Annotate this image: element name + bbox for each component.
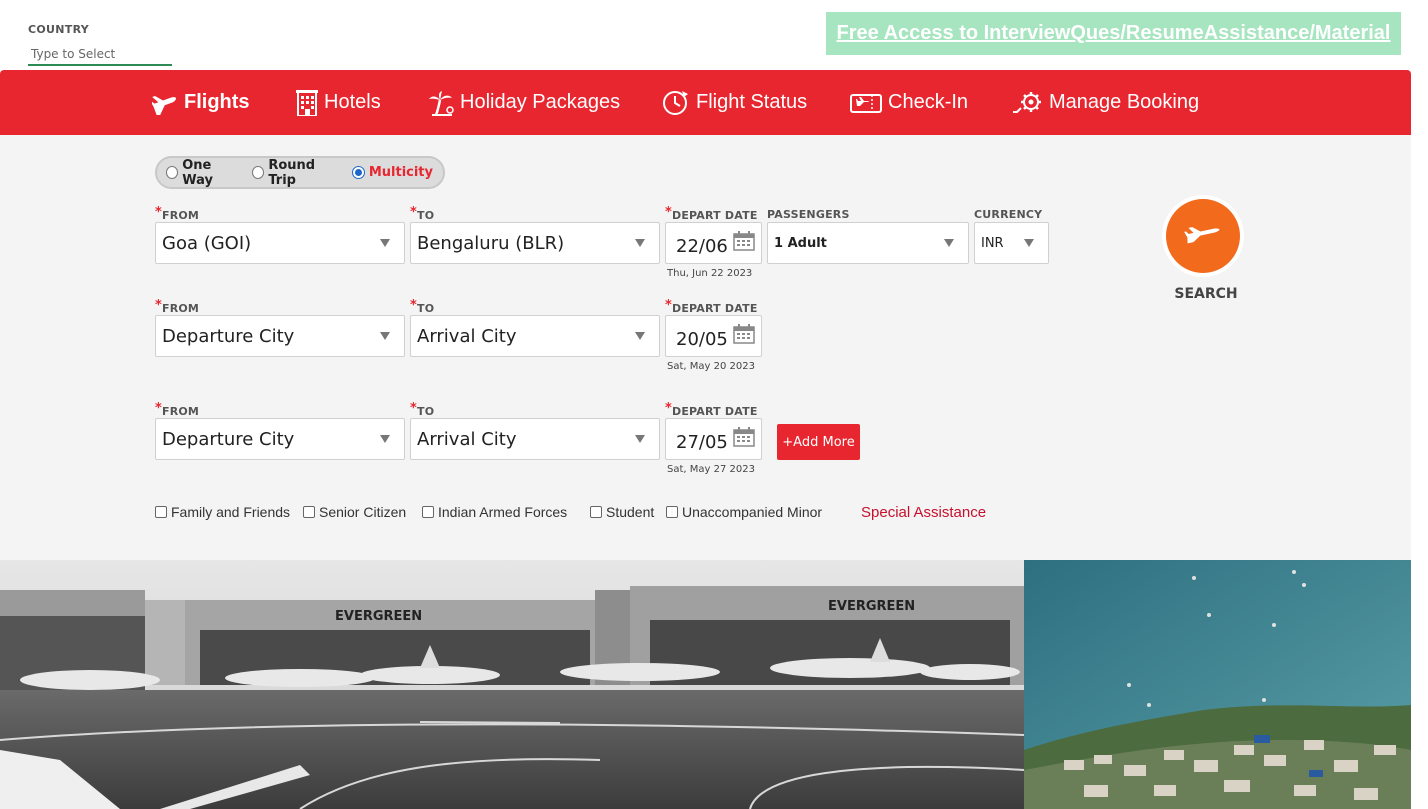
promo-banner[interactable]: Free Access to InterviewQues/ResumeAssis…	[826, 12, 1401, 55]
to-label: *TO	[410, 298, 435, 315]
nav-flights-label: Flights	[184, 91, 250, 113]
chevron-down-icon	[380, 435, 390, 443]
nav-manage-label: Manage Booking	[1049, 91, 1200, 113]
radio-multicity[interactable]: Multicity	[351, 165, 433, 180]
nav-hotels-label: Hotels	[324, 91, 381, 113]
radio-one-way[interactable]: One Way	[166, 158, 242, 188]
calendar-icon	[733, 427, 755, 452]
nav-flight-status-label: Flight Status	[696, 91, 808, 113]
checkbox-family-friends[interactable]: Family and Friends	[155, 504, 290, 520]
page: COUNTRY Free Access to InterviewQues/Res…	[0, 0, 1428, 809]
depart-date-full: Sat, May 20 2023	[667, 361, 755, 372]
to-label: *TO	[410, 205, 435, 222]
calendar-icon	[733, 231, 755, 256]
checkbox-armed-forces[interactable]: Indian Armed Forces	[422, 504, 567, 520]
chevron-down-icon	[635, 332, 645, 340]
clock-plane-icon	[662, 89, 690, 117]
to-select[interactable]: Arrival City	[410, 418, 660, 460]
ticket-icon	[850, 91, 882, 115]
palm-tree-icon	[428, 90, 454, 116]
chevron-down-icon	[635, 239, 645, 247]
chevron-down-icon	[380, 239, 390, 247]
to-label: *TO	[410, 401, 435, 418]
chevron-down-icon	[944, 239, 954, 247]
special-assistance-link[interactable]: Special Assistance	[861, 504, 986, 521]
depart-date-label: *DEPART DATE	[665, 401, 758, 418]
from-select[interactable]: Goa (GOI)	[155, 222, 405, 264]
nav-hotels[interactable]: Hotels	[296, 70, 381, 135]
checkbox-student[interactable]: Student	[590, 504, 654, 520]
from-label: *FROM	[155, 205, 200, 222]
add-more-button[interactable]: +Add More	[777, 424, 860, 460]
airplane-icon	[152, 91, 178, 115]
from-label: *FROM	[155, 298, 200, 315]
gear-plane-icon	[1013, 90, 1043, 116]
passengers-label: PASSENGERS	[767, 208, 850, 221]
currency-label: CURRENCY	[974, 208, 1043, 221]
calendar-icon	[733, 324, 755, 349]
scrollbar-track[interactable]	[1411, 70, 1428, 809]
chevron-down-icon	[635, 435, 645, 443]
coastal-village-photo	[1024, 560, 1411, 809]
trip-type-toggle: One Way Round Trip Multicity	[155, 156, 445, 189]
country-label: COUNTRY	[28, 23, 89, 36]
hangar-photo: EVERGREEN EVERGREEN	[0, 560, 1024, 809]
depart-date-label: *DEPART DATE	[665, 205, 758, 222]
chevron-down-icon	[380, 332, 390, 340]
to-select[interactable]: Bengaluru (BLR)	[410, 222, 660, 264]
depart-date-full: Thu, Jun 22 2023	[667, 268, 753, 279]
depart-date-picker[interactable]: 20/05	[665, 315, 762, 357]
search-label: SEARCH	[1174, 286, 1238, 302]
search-button[interactable]	[1162, 195, 1244, 277]
radio-round-trip[interactable]: Round Trip	[252, 158, 342, 188]
country-input[interactable]	[28, 44, 172, 66]
depart-date-picker[interactable]: 27/05	[665, 418, 762, 460]
nav-holiday-label: Holiday Packages	[460, 91, 621, 113]
hangar-sign-text: EVERGREEN	[828, 599, 915, 614]
hangar-sign-text: EVERGREEN	[335, 609, 422, 624]
promo-link[interactable]: Free Access to InterviewQues/ResumeAssis…	[837, 22, 1391, 45]
depart-date-picker[interactable]: 22/06	[665, 222, 762, 264]
nav-holiday-packages[interactable]: Holiday Packages	[428, 70, 620, 135]
building-icon	[296, 89, 318, 116]
currency-select[interactable]: INR	[974, 222, 1049, 264]
nav-check-in[interactable]: Check-In	[850, 70, 968, 135]
from-label: *FROM	[155, 401, 200, 418]
passengers-select[interactable]: 1 Adult	[767, 222, 969, 264]
checkbox-senior-citizen[interactable]: Senior Citizen	[303, 504, 406, 520]
nav-check-in-label: Check-In	[888, 91, 969, 113]
nav-flight-status[interactable]: Flight Status	[662, 70, 807, 135]
to-select[interactable]: Arrival City	[410, 315, 660, 357]
airplane-icon	[1183, 222, 1223, 251]
depart-date-label: *DEPART DATE	[665, 298, 758, 315]
chevron-down-icon	[1024, 239, 1034, 247]
from-select[interactable]: Departure City	[155, 418, 405, 460]
checkbox-unaccompanied-minor[interactable]: Unaccompanied Minor	[666, 504, 822, 520]
from-select[interactable]: Departure City	[155, 315, 405, 357]
main-nav: Flights Hotels Holiday Packages Flight S…	[0, 70, 1411, 135]
depart-date-full: Sat, May 27 2023	[667, 464, 755, 475]
nav-flights[interactable]: Flights	[152, 70, 250, 135]
nav-manage-booking[interactable]: Manage Booking	[1013, 70, 1199, 135]
